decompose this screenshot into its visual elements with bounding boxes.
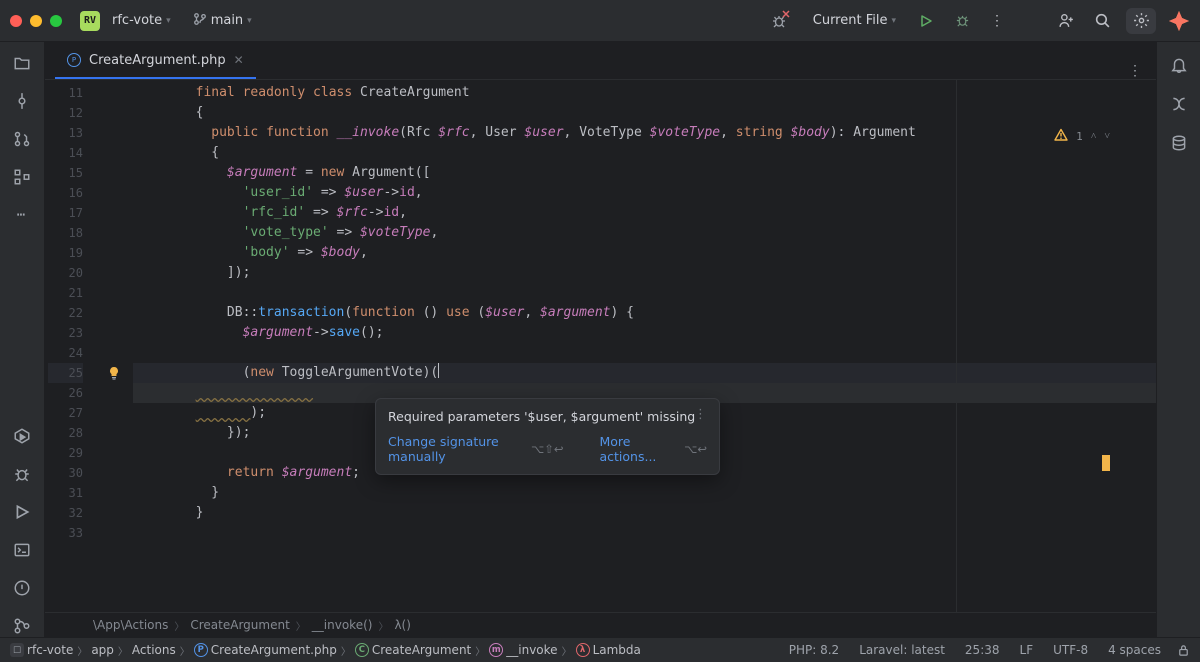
branch-name-label: main <box>211 13 243 28</box>
vcs-tool-icon[interactable] <box>11 615 33 637</box>
run-config-label: Current File <box>813 13 888 28</box>
project-name-label: rfc-vote <box>112 13 162 28</box>
tab-createargument[interactable]: P CreateArgument.php ✕ <box>55 43 256 79</box>
chevron-down-icon: ▾ <box>891 16 896 26</box>
intention-bulb-icon[interactable] <box>95 363 133 383</box>
popup-message: Required parameters '$user, $argument' m… <box>388 409 707 424</box>
more-menu-icon[interactable]: ⋮ <box>986 9 1010 33</box>
debug-new-icon[interactable] <box>767 9 791 33</box>
warning-count: 1 <box>1076 130 1083 143</box>
breadcrumb-item[interactable]: CreateArgument <box>190 618 289 632</box>
warning-icon <box>1054 128 1068 145</box>
breadcrumb-item[interactable]: __invoke() <box>312 618 373 632</box>
branch-selector[interactable]: main ▾ <box>187 8 258 34</box>
maximize-window[interactable] <box>50 15 62 27</box>
project-selector[interactable]: rfc-vote ▾ <box>106 9 177 32</box>
laravel-version-status[interactable]: Laravel: latest <box>851 643 953 657</box>
stripe-warning-marker[interactable] <box>1102 455 1110 471</box>
shortcut-label: ⌥⇧↩ <box>531 442 564 456</box>
close-tab-icon[interactable]: ✕ <box>234 53 244 67</box>
run-config-selector[interactable]: Current File ▾ <box>803 9 902 32</box>
breadcrumb-item[interactable]: λ() <box>394 618 410 632</box>
nav-path-item[interactable]: Actions <box>132 643 176 657</box>
nav-path-item[interactable]: CCreateArgument <box>355 643 471 657</box>
problems-tool-icon[interactable] <box>11 577 33 599</box>
chevron-down-icon: ▾ <box>247 16 252 26</box>
php-file-icon: P <box>67 53 81 67</box>
nav-path-item[interactable]: app <box>91 643 114 657</box>
encoding-status[interactable]: UTF-8 <box>1045 643 1096 657</box>
code-with-me-icon[interactable] <box>1054 9 1078 33</box>
more-actions-link[interactable]: More actions... <box>600 434 667 464</box>
nav-path-item[interactable]: □rfc-vote <box>10 643 73 657</box>
titlebar: RV rfc-vote ▾ main ▾ Current File ▾ ⋮ <box>0 0 1200 42</box>
ai-assistant-icon[interactable] <box>1168 10 1190 32</box>
pull-requests-icon[interactable] <box>11 128 33 150</box>
notifications-tool-icon[interactable] <box>1170 56 1188 77</box>
settings-button[interactable] <box>1126 8 1156 34</box>
breadcrumb-item[interactable]: \App\Actions <box>93 618 168 632</box>
tab-label: CreateArgument.php <box>89 53 226 68</box>
shortcut-label: ⌥↩ <box>684 442 707 456</box>
window-controls <box>10 15 62 27</box>
chevron-down-icon: ▾ <box>166 16 171 26</box>
cursor-position-status: 25:38 <box>957 643 1008 657</box>
run-tool-icon[interactable] <box>11 501 33 523</box>
editor-tabs: P CreateArgument.php ✕ ⋮ <box>45 42 1156 80</box>
structure-tool-icon[interactable] <box>11 166 33 188</box>
code-area[interactable]: final readonly class CreateArgument { pu… <box>133 80 1156 612</box>
tabs-menu-icon[interactable]: ⋮ <box>1128 63 1144 79</box>
nav-path-item[interactable]: PCreateArgument.php <box>194 643 337 657</box>
run-button[interactable] <box>914 9 938 33</box>
debug-tool-icon[interactable] <box>11 463 33 485</box>
readonly-lock-icon[interactable] <box>1177 644 1190 657</box>
indent-status[interactable]: 4 spaces <box>1100 643 1169 657</box>
error-stripe[interactable] <box>1100 120 1110 612</box>
editor-breadcrumbs[interactable]: \App\Actions〉CreateArgument〉__invoke()〉λ… <box>45 612 1156 637</box>
branch-icon <box>193 12 207 30</box>
left-tool-strip: ⋯ <box>0 42 45 637</box>
nav-path-item[interactable]: λLambda <box>576 643 641 657</box>
gutter-hints <box>95 80 133 612</box>
services-tool-icon[interactable] <box>11 425 33 447</box>
database-tool-icon[interactable] <box>1170 134 1188 155</box>
intention-popup: ⋮ Required parameters '$user, $argument'… <box>375 398 720 475</box>
popup-more-icon[interactable]: ⋮ <box>694 407 709 422</box>
right-margin-guide <box>956 80 957 612</box>
navigation-bar[interactable]: □rfc-vote〉app〉Actions〉PCreateArgument.ph… <box>0 637 1200 662</box>
line-gutter: 1112131415161718192021222324252627282930… <box>45 80 95 612</box>
search-icon[interactable] <box>1090 9 1114 33</box>
project-tool-icon[interactable] <box>11 52 33 74</box>
close-window[interactable] <box>10 15 22 27</box>
debug-button[interactable] <box>950 9 974 33</box>
commit-tool-icon[interactable] <box>11 90 33 112</box>
prev-problem-icon[interactable]: ˄ <box>1091 131 1097 142</box>
right-tool-strip <box>1156 42 1200 637</box>
php-version-status[interactable]: PHP: 8.2 <box>781 643 847 657</box>
line-ending-status[interactable]: LF <box>1012 643 1042 657</box>
nav-path-item[interactable]: m__invoke <box>489 643 557 657</box>
project-badge: RV <box>80 11 100 31</box>
terminal-tool-icon[interactable] <box>11 539 33 561</box>
change-signature-link[interactable]: Change signature manually <box>388 434 513 464</box>
minimize-window[interactable] <box>30 15 42 27</box>
more-tool-icon[interactable]: ⋯ <box>11 204 33 226</box>
ai-chat-tool-icon[interactable] <box>1170 95 1188 116</box>
editor[interactable]: 1112131415161718192021222324252627282930… <box>45 80 1156 612</box>
